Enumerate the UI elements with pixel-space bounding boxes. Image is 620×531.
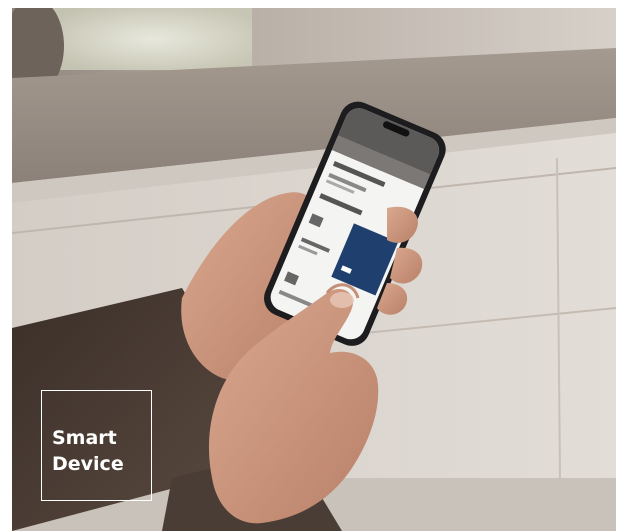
smart-device-label: Smart Device bbox=[52, 425, 124, 477]
label-line-2: Device bbox=[52, 453, 124, 475]
label-line-1: Smart bbox=[52, 427, 117, 449]
